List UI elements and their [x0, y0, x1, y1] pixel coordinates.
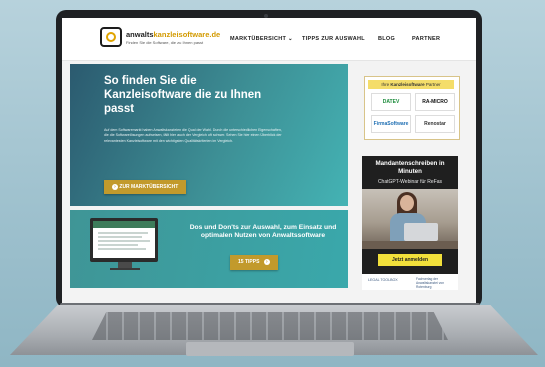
webinar-ad[interactable]: Mandantenschreiben in Minuten ChatGPT-We… [362, 156, 458, 290]
publisher-logo: Fachverlag der Anwaltskanzlei von Rotenb… [416, 277, 445, 290]
partner-logo-renostar[interactable]: Renostar [415, 115, 455, 133]
hero-title: So finden Sie die Kanzleisoftware die zu… [104, 75, 262, 115]
nav-item-blog[interactable]: BLOG [378, 36, 395, 42]
tips-section: Dos und Don'ts zur Auswahl, zum Einsatz … [70, 210, 348, 288]
tips-title: Dos und Don'ts zur Auswahl, zum Einsatz … [189, 224, 337, 239]
nav-item-partner[interactable]: PARTNER [412, 36, 440, 42]
webinar-title: Mandantenschreiben in Minuten [375, 160, 445, 175]
laptop-screen: anwaltskanzleisoftware.de Finden Sie die… [62, 18, 476, 304]
partner-logo-ramicro[interactable]: RA-MICRO [415, 93, 455, 111]
tips-button[interactable]: 15 TIPPS › [230, 255, 278, 270]
logo-icon[interactable] [100, 27, 122, 47]
partner-box[interactable]: Ihre Kanzleisoftware Partner DATEV RA-MI… [364, 76, 460, 140]
arrow-right-icon: › [112, 184, 118, 190]
webinar-photo [362, 189, 458, 249]
nav-item-marktuebersicht[interactable]: MARKTÜBERSICHT ⌄ [230, 36, 293, 42]
marktuebersicht-button-label: ZUR MARKTÜBERSICHT [119, 184, 179, 190]
site-header: anwaltskanzleisoftware.de Finden Sie die… [62, 18, 476, 61]
partner-logo-firmasoftware[interactable]: FirmaSoftware [371, 115, 411, 133]
webinar-footer: LEGAL TOOLBOX Fachverlag der Anwaltskanz… [362, 274, 458, 290]
chevron-down-icon: ⌄ [286, 36, 293, 42]
laptop-keyboard [92, 312, 448, 340]
tips-button-label: 15 TIPPS [238, 259, 260, 265]
logo-name-part1: anwalts [126, 30, 154, 39]
logo-tagline: Finden Sie die Software, die zu Ihnen pa… [126, 40, 204, 45]
logo-name-part2: kanzleisoftware.de [153, 30, 221, 39]
hero-body: Auf dem Softwaremarkt haben Anwaltskanzl… [104, 128, 282, 143]
marktuebersicht-button[interactable]: › ZUR MARKTÜBERSICHT [104, 180, 187, 194]
monitor-illustration [90, 218, 158, 262]
site-logo[interactable]: anwaltskanzleisoftware.de [126, 30, 220, 39]
nav-label: MARKTÜBERSICHT [230, 36, 287, 42]
nav-item-tipps[interactable]: TIPPS ZUR AUSWAHL [302, 36, 365, 42]
arrow-right-icon: › [263, 259, 270, 265]
webinar-subtitle: ChatGPT-Webinar für ReFas [377, 179, 443, 185]
legal-toolbox-logo: LEGAL TOOLBOX [368, 278, 398, 282]
webinar-register-button[interactable]: Jetzt anmelden [378, 254, 442, 266]
partner-logo-datev[interactable]: DATEV [371, 93, 411, 111]
monitor-base [110, 268, 140, 270]
partner-heading: Ihre Kanzleisoftware Partner [368, 80, 454, 89]
hero-section: So finden Sie die Kanzleisoftware die zu… [70, 64, 348, 206]
laptop-trackpad [186, 342, 354, 356]
